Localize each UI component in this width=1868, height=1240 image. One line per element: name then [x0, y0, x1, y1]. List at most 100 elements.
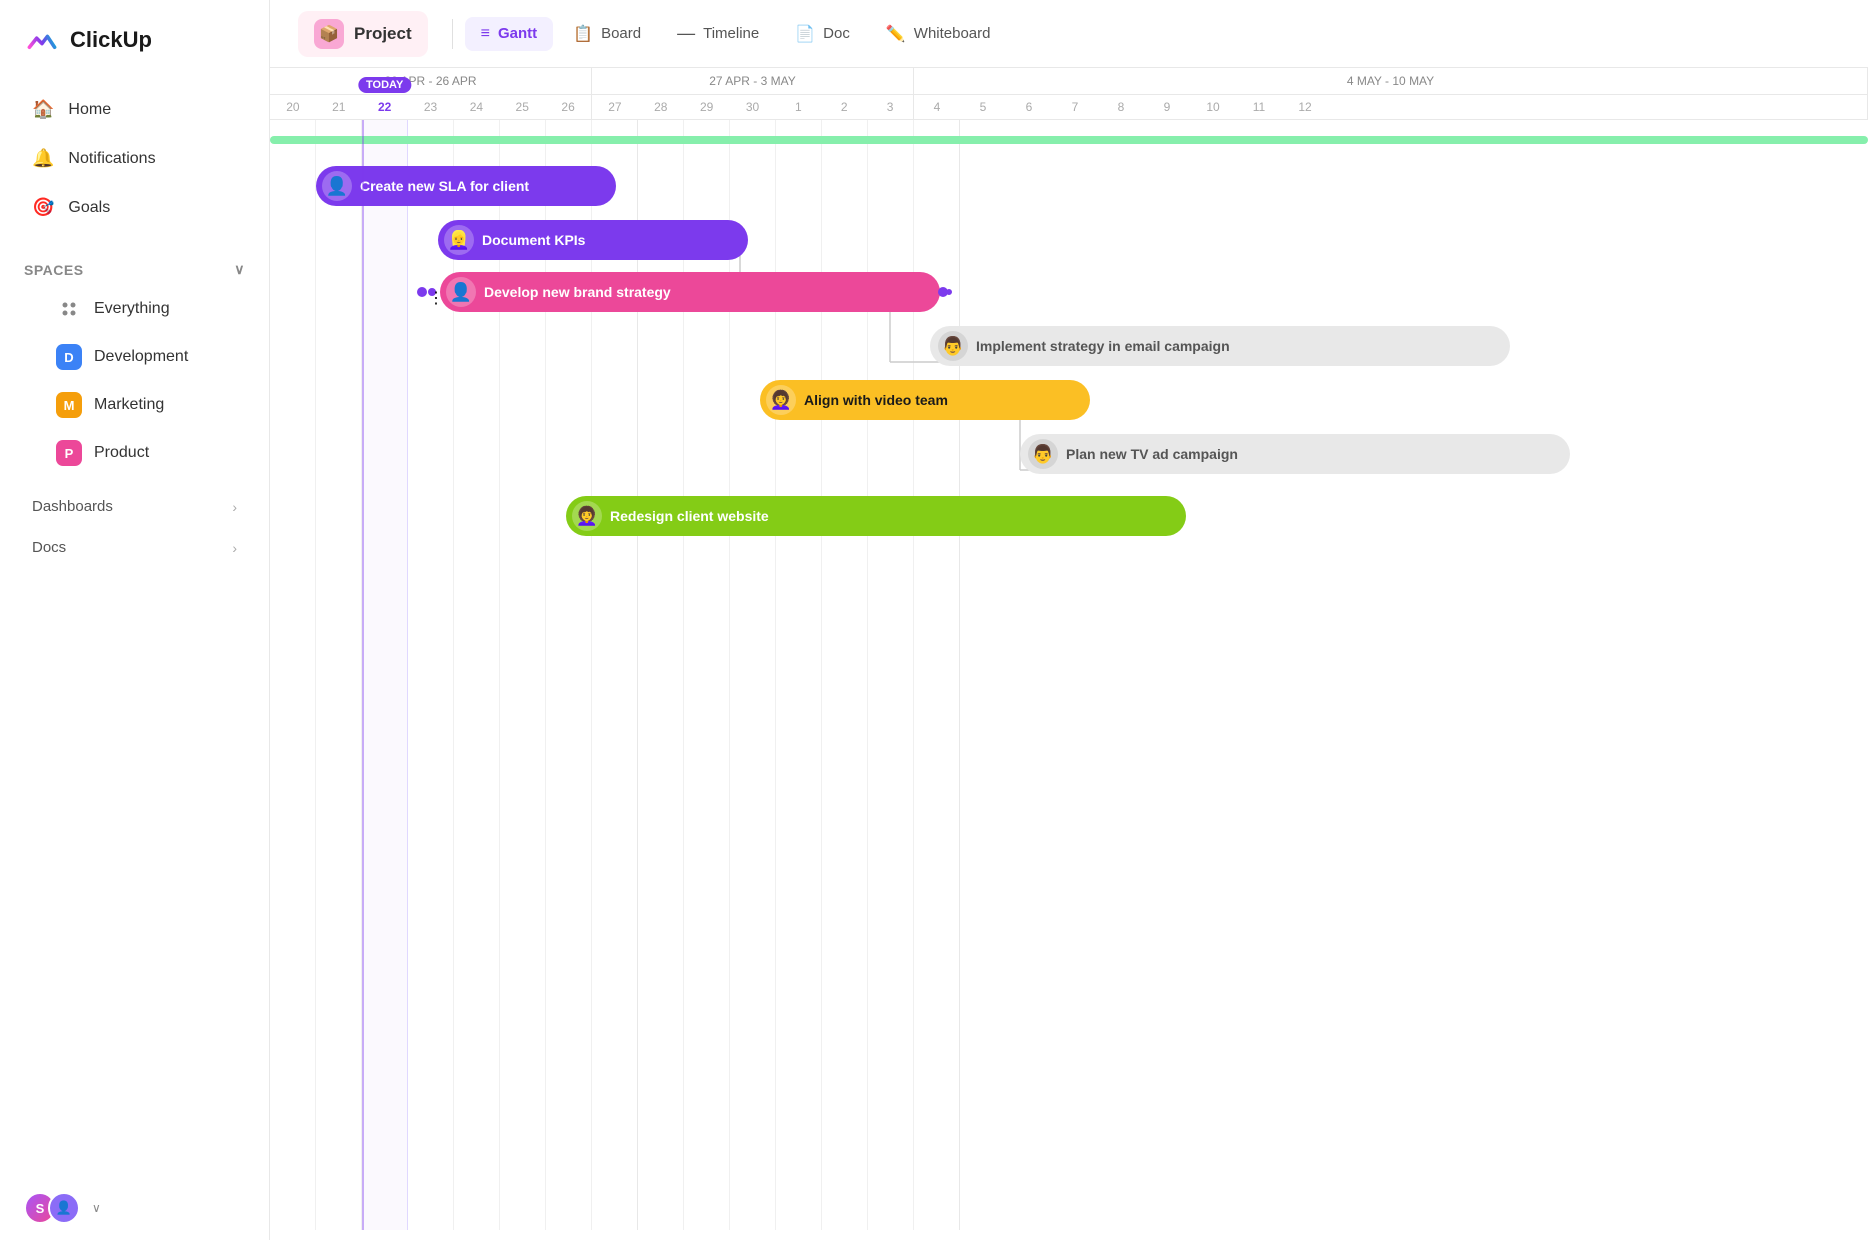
day-21: 21 [316, 95, 362, 119]
user-menu-chevron[interactable]: ∨ [92, 1201, 101, 1215]
week-group-2: 27 APR - 3 MAY 27 28 29 30 1 2 3 [592, 68, 914, 119]
app-name: ClickUp [70, 27, 152, 53]
day-labels-3: 4 5 6 7 8 9 10 11 12 [914, 95, 1867, 119]
day-labels-1: 20 21 TODAY 22 23 24 25 26 [270, 95, 591, 119]
goals-icon: 🎯 [32, 197, 54, 218]
gantt-bar-brand[interactable]: 👤 Develop new brand strategy [440, 272, 940, 312]
website-avatar: 👩‍🦱 [572, 501, 602, 531]
project-button[interactable]: 📦 Project [298, 11, 428, 57]
day-27: 27 [592, 95, 638, 119]
board-icon: 📋 [573, 24, 593, 44]
spaces-section: Spaces ∨ Everything D Development M Mark… [0, 241, 269, 486]
day-4: 4 [914, 95, 960, 119]
topbar-divider [452, 19, 453, 49]
sidebar-item-product[interactable]: P Product [32, 430, 237, 476]
email-avatar: 👨 [938, 331, 968, 361]
day-28: 28 [638, 95, 684, 119]
sidebar-item-home[interactable]: 🏠 Home [8, 86, 261, 133]
week-group-3: 4 MAY - 10 MAY 4 5 6 7 8 9 10 11 12 [914, 68, 1868, 119]
project-label: Project [354, 24, 412, 44]
video-avatar: 👩‍🦱 [766, 385, 796, 415]
dep-dot-right [938, 287, 948, 297]
day-22: TODAY 22 [362, 95, 408, 119]
day-8: 8 [1098, 95, 1144, 119]
day-25: 25 [499, 95, 545, 119]
doc-icon: 📄 [795, 24, 815, 44]
bell-icon: 🔔 [32, 148, 54, 169]
day-5: 5 [960, 95, 1006, 119]
tab-board[interactable]: 📋 Board [557, 16, 657, 52]
sidebar-item-development-label: Development [94, 348, 188, 366]
sidebar-item-marketing-label: Marketing [94, 396, 164, 414]
gantt-chart-area: 20 APR - 26 APR 20 21 TODAY 22 23 24 25 … [270, 68, 1868, 1240]
avatar-stack: S 👤 [24, 1192, 80, 1224]
sidebar-item-goals-label: Goals [68, 199, 110, 217]
day-30: 30 [730, 95, 776, 119]
day-11: 11 [1236, 95, 1282, 119]
gantt-body: 👤 Create new SLA for client 👱‍♀️ Documen… [270, 120, 1868, 1230]
today-badge: TODAY [358, 77, 411, 93]
week-label-1: 20 APR - 26 APR [270, 68, 591, 95]
marketing-badge: M [56, 392, 82, 418]
gantt-bar-kpi[interactable]: 👱‍♀️ Document KPIs [438, 220, 748, 260]
day-3: 3 [867, 95, 913, 119]
gantt-bar-sla[interactable]: 👤 Create new SLA for client [316, 166, 616, 206]
chevron-down-icon: ∨ [234, 261, 245, 278]
spaces-header[interactable]: Spaces ∨ [24, 261, 245, 278]
week-group-1: 20 APR - 26 APR 20 21 TODAY 22 23 24 25 … [270, 68, 592, 119]
sidebar-item-everything-label: Everything [94, 300, 170, 318]
gantt-bar-video[interactable]: 👩‍🦱 Align with video team [760, 380, 1090, 420]
sidebar-item-marketing[interactable]: M Marketing [32, 382, 237, 428]
day-20: 20 [270, 95, 316, 119]
tab-whiteboard[interactable]: ✏️ Whiteboard [870, 16, 1007, 52]
drag-dots-left: ⋮ [428, 288, 436, 296]
progress-bar [270, 136, 1868, 144]
tab-timeline[interactable]: — Timeline [661, 15, 775, 52]
timeline-icon: — [677, 23, 695, 44]
sidebar-item-home-label: Home [68, 101, 111, 119]
email-bar-label: Implement strategy in email campaign [976, 338, 1230, 354]
development-badge: D [56, 344, 82, 370]
day-1: 1 [775, 95, 821, 119]
day-labels-2: 27 28 29 30 1 2 3 [592, 95, 913, 119]
gantt-bar-website[interactable]: 👩‍🦱 Redesign client website [566, 496, 1186, 536]
day-12: 12 [1282, 95, 1328, 119]
gantt-bar-email[interactable]: 👨 Implement strategy in email campaign [930, 326, 1510, 366]
sidebar-item-development[interactable]: D Development [32, 334, 237, 380]
gantt-date-header: 20 APR - 26 APR 20 21 TODAY 22 23 24 25 … [270, 68, 1868, 120]
day-24: 24 [453, 95, 499, 119]
week-label-3: 4 MAY - 10 MAY [914, 68, 1867, 95]
sidebar-item-notifications[interactable]: 🔔 Notifications [8, 135, 261, 182]
sidebar-item-docs[interactable]: Docs › [8, 529, 261, 566]
topbar: 📦 Project ≡ Gantt 📋 Board — Timeline 📄 D… [270, 0, 1868, 68]
home-icon: 🏠 [32, 99, 54, 120]
sidebar-item-product-label: Product [94, 444, 149, 462]
main-content: 📦 Project ≡ Gantt 📋 Board — Timeline 📄 D… [270, 0, 1868, 1240]
day-29: 29 [684, 95, 730, 119]
whiteboard-icon: ✏️ [886, 24, 906, 44]
week-label-2: 27 APR - 3 MAY [592, 68, 913, 95]
day-10: 10 [1190, 95, 1236, 119]
sidebar-footer: S 👤 ∨ [0, 1176, 269, 1240]
day-9: 9 [1144, 95, 1190, 119]
avatar-user2[interactable]: 👤 [48, 1192, 80, 1224]
brand-bar-wrapper: ⋮ 👤 Develop new brand strategy [428, 272, 952, 312]
brand-bar-label: Develop new brand strategy [484, 284, 671, 300]
everything-icon [56, 296, 82, 322]
gantt-bar-tv[interactable]: 👨 Plan new TV ad campaign [1020, 434, 1570, 474]
tab-doc[interactable]: 📄 Doc [779, 16, 866, 52]
sla-bar-label: Create new SLA for client [360, 178, 529, 194]
main-nav: 🏠 Home 🔔 Notifications 🎯 Goals [0, 76, 269, 241]
sidebar-item-goals[interactable]: 🎯 Goals [8, 184, 261, 231]
chevron-right-icon: › [232, 499, 237, 515]
tab-gantt[interactable]: ≡ Gantt [465, 17, 554, 51]
logo-area[interactable]: ClickUp [0, 0, 269, 76]
sidebar-item-dashboards[interactable]: Dashboards › [8, 488, 261, 525]
today-line [362, 120, 364, 1230]
sidebar-item-everything[interactable]: Everything [32, 286, 237, 332]
day-2: 2 [821, 95, 867, 119]
dep-dot-left [417, 287, 427, 297]
kpi-bar-label: Document KPIs [482, 232, 585, 248]
chevron-right-icon-docs: › [232, 540, 237, 556]
video-bar-label: Align with video team [804, 392, 948, 408]
